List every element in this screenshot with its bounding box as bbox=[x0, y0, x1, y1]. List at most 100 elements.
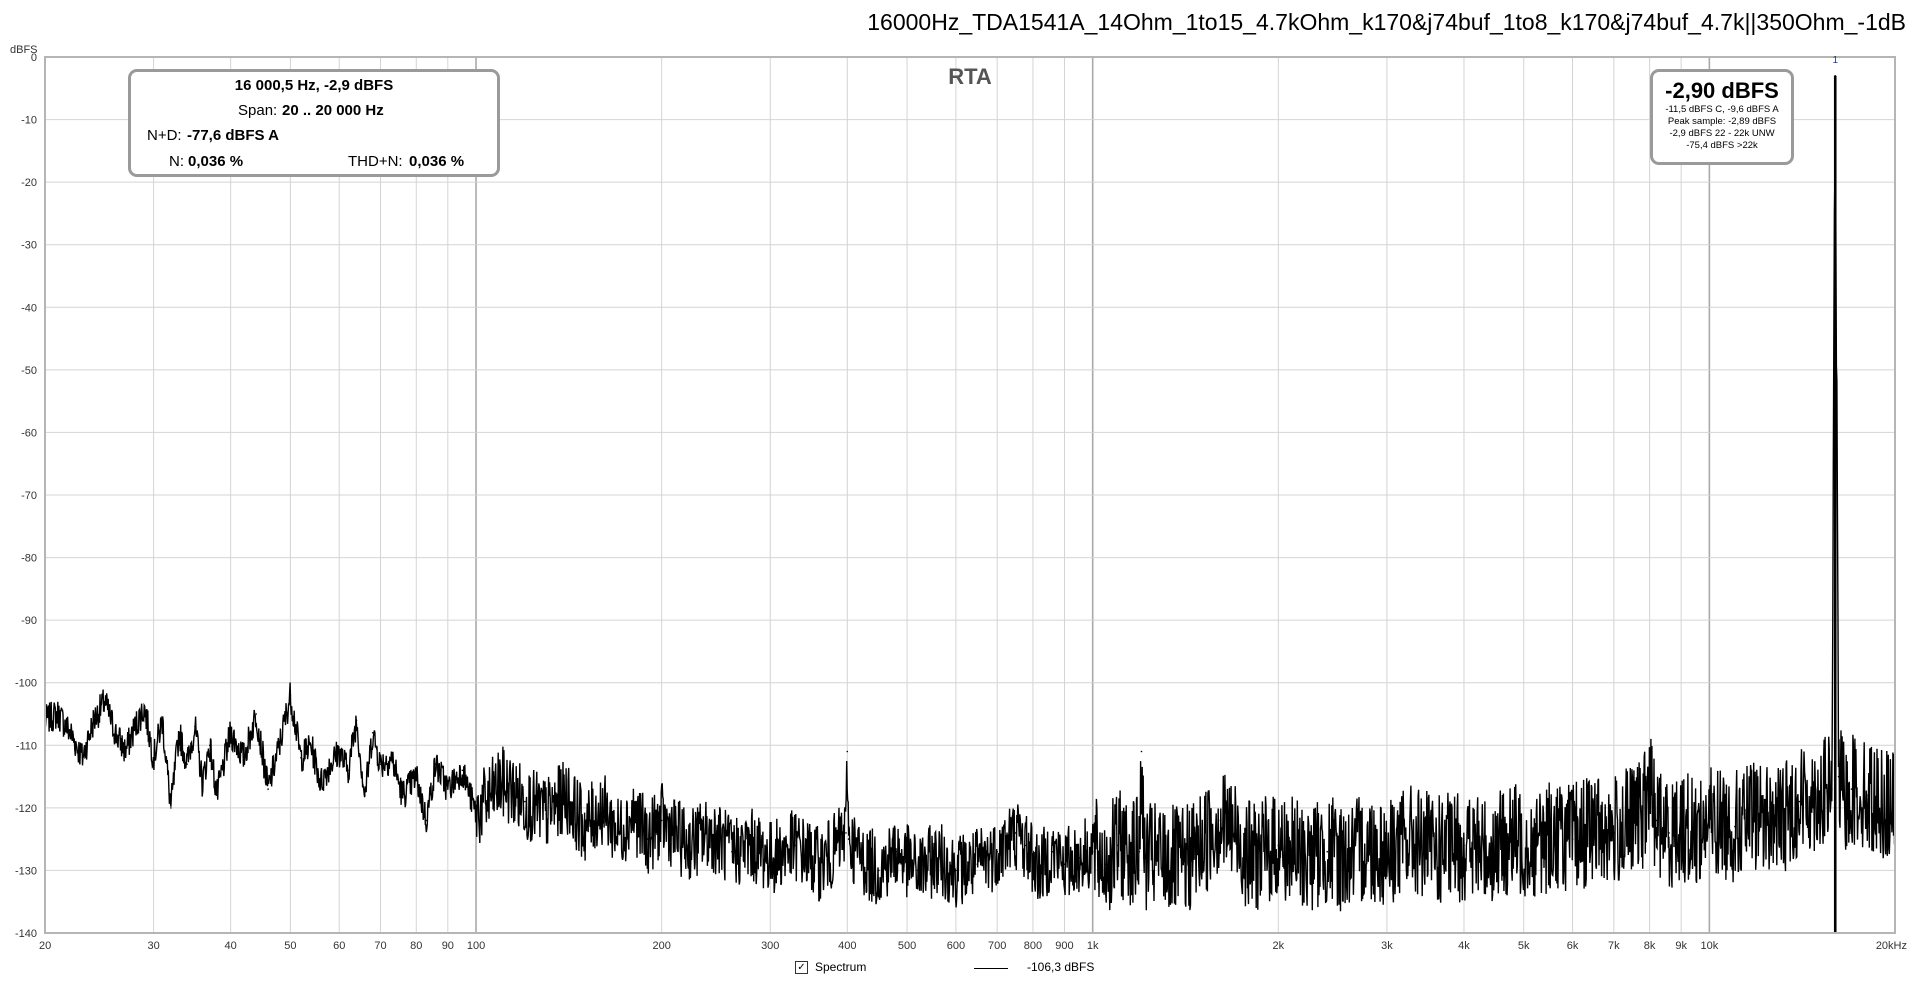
spectrum-point bbox=[124, 750, 127, 753]
spectrum-point bbox=[1463, 844, 1465, 847]
spectrum-point bbox=[201, 782, 204, 784]
legend-line-swatch bbox=[974, 968, 1008, 969]
spectrum-point bbox=[818, 863, 820, 865]
x-tick-label: 50 bbox=[284, 940, 296, 952]
measurement-box[interactable]: 16 000,5 Hz, -2,9 dBFS Span: 20 .. 20 00… bbox=[128, 69, 500, 177]
spectrum-point bbox=[178, 732, 180, 734]
spectrum-point bbox=[1488, 850, 1491, 853]
spectrum-point bbox=[1347, 857, 1350, 859]
y-tick-label: -70 bbox=[21, 490, 37, 502]
spectrum-point bbox=[194, 725, 196, 728]
x-tick-label: 200 bbox=[652, 940, 670, 952]
spectrum-point bbox=[647, 838, 649, 840]
spectrum-point bbox=[338, 750, 341, 753]
spectrum-point bbox=[1142, 857, 1145, 859]
spectrum-point bbox=[69, 732, 72, 734]
spectrum-point bbox=[379, 763, 382, 765]
spectrum-point bbox=[845, 832, 847, 834]
spectrum-point bbox=[1553, 832, 1555, 834]
spectrum-point bbox=[1778, 819, 1781, 822]
spectrum-point bbox=[1386, 850, 1388, 853]
spectrum-point bbox=[601, 807, 603, 809]
x-tick-label: 4k bbox=[1458, 940, 1470, 952]
x-tick-label: 500 bbox=[898, 940, 916, 952]
spectrum-point bbox=[364, 794, 366, 797]
x-tick-label: 7k bbox=[1608, 940, 1620, 952]
peak-marker-label: 1 bbox=[1832, 55, 1838, 66]
spectrum-point bbox=[329, 763, 331, 765]
spectrum-point bbox=[209, 744, 211, 747]
x-tick-label: 2k bbox=[1273, 940, 1285, 952]
spectrum-point bbox=[267, 788, 269, 790]
spectrum-point bbox=[1837, 775, 1840, 778]
spectrum-point bbox=[1866, 794, 1868, 797]
chart-title: 16000Hz_TDA1541A_14Ohm_1to15_4.7kOhm_k17… bbox=[867, 9, 1906, 35]
spectrum-point bbox=[1613, 832, 1615, 834]
spectrum-point bbox=[475, 813, 477, 815]
spectrum-point bbox=[242, 757, 245, 759]
spectrum-point bbox=[143, 706, 146, 709]
spectrum-point bbox=[731, 850, 733, 853]
x-tick-label: 600 bbox=[947, 940, 965, 952]
spectrum-point bbox=[632, 813, 635, 815]
spectrum-point bbox=[846, 750, 849, 753]
spectrum-checkbox[interactable]: ✓ bbox=[795, 961, 808, 974]
x-tick-label: 20kHz bbox=[1876, 940, 1907, 952]
spectrum-point bbox=[996, 850, 998, 853]
spectrum-point bbox=[1367, 844, 1370, 847]
spectrum-point bbox=[114, 732, 117, 734]
spectrum-point bbox=[1668, 832, 1670, 834]
spectrum-point bbox=[583, 825, 586, 828]
spectrum-point bbox=[1571, 838, 1574, 840]
peak-detail-3: -2,9 dBFS 22 - 22k UNW bbox=[1669, 128, 1775, 139]
x-tick-label: 800 bbox=[1024, 940, 1042, 952]
x-tick-label: 400 bbox=[838, 940, 856, 952]
spectrum-point bbox=[660, 819, 663, 822]
y-tick-label: -110 bbox=[16, 740, 37, 752]
x-tick-label: 1k bbox=[1087, 940, 1099, 952]
y-tick-label: -10 bbox=[21, 115, 37, 127]
spectrum-point bbox=[1249, 857, 1251, 859]
peak-detail-4: -75,4 dBFS >22k bbox=[1686, 140, 1758, 151]
spectrum-point bbox=[229, 732, 232, 734]
x-tick-label: 60 bbox=[333, 940, 345, 952]
y-tick-label: -80 bbox=[21, 553, 37, 565]
spectrum-point bbox=[319, 782, 322, 784]
spectrum-point bbox=[278, 744, 281, 747]
y-tick-label: -100 bbox=[15, 678, 37, 690]
y-tick-label: -30 bbox=[21, 240, 37, 252]
x-tick-label: 90 bbox=[442, 940, 454, 952]
spectrum-point bbox=[390, 757, 393, 759]
noise-label: N: bbox=[169, 153, 184, 170]
spectrum-point bbox=[1734, 825, 1736, 828]
spectrum-point bbox=[1680, 825, 1682, 828]
spectrum-point bbox=[447, 788, 449, 790]
spectrum-point bbox=[1831, 788, 1833, 790]
x-tick-label: 900 bbox=[1055, 940, 1073, 952]
spectrum-point bbox=[1694, 832, 1697, 834]
spectrum-point bbox=[1063, 863, 1066, 865]
x-tick-label: 700 bbox=[988, 940, 1006, 952]
spectrum-point bbox=[686, 844, 688, 847]
spectrum-point bbox=[186, 763, 188, 765]
peak-level-box[interactable]: -2,90 dBFS -11,5 dBFS C, -9,6 dBFS A Pea… bbox=[1650, 69, 1794, 165]
spectrum-point bbox=[415, 775, 418, 778]
spectrum-point bbox=[371, 732, 374, 734]
legend-level-value: -106,3 dBFS bbox=[1027, 960, 1095, 974]
noise-distortion-value: -77,6 dBFS A bbox=[187, 127, 279, 144]
spectrum-point bbox=[1648, 782, 1651, 784]
x-tick-label: 20 bbox=[39, 940, 51, 952]
x-tick-label: 5k bbox=[1518, 940, 1530, 952]
spectrum-point bbox=[1844, 800, 1846, 803]
y-tick-label: -50 bbox=[21, 365, 37, 377]
spectrum-point bbox=[1655, 819, 1657, 822]
x-tick-label: 30 bbox=[147, 940, 159, 952]
spectrum-point bbox=[524, 800, 526, 803]
spectrum-point bbox=[1533, 844, 1535, 847]
span-value: 20 .. 20 000 Hz bbox=[282, 102, 384, 119]
spectrum-point bbox=[832, 850, 835, 853]
x-tick-label: 70 bbox=[374, 940, 386, 952]
rta-label: RTA bbox=[948, 64, 992, 89]
spectrum-point bbox=[1642, 813, 1644, 815]
spectrum-point bbox=[795, 844, 797, 847]
